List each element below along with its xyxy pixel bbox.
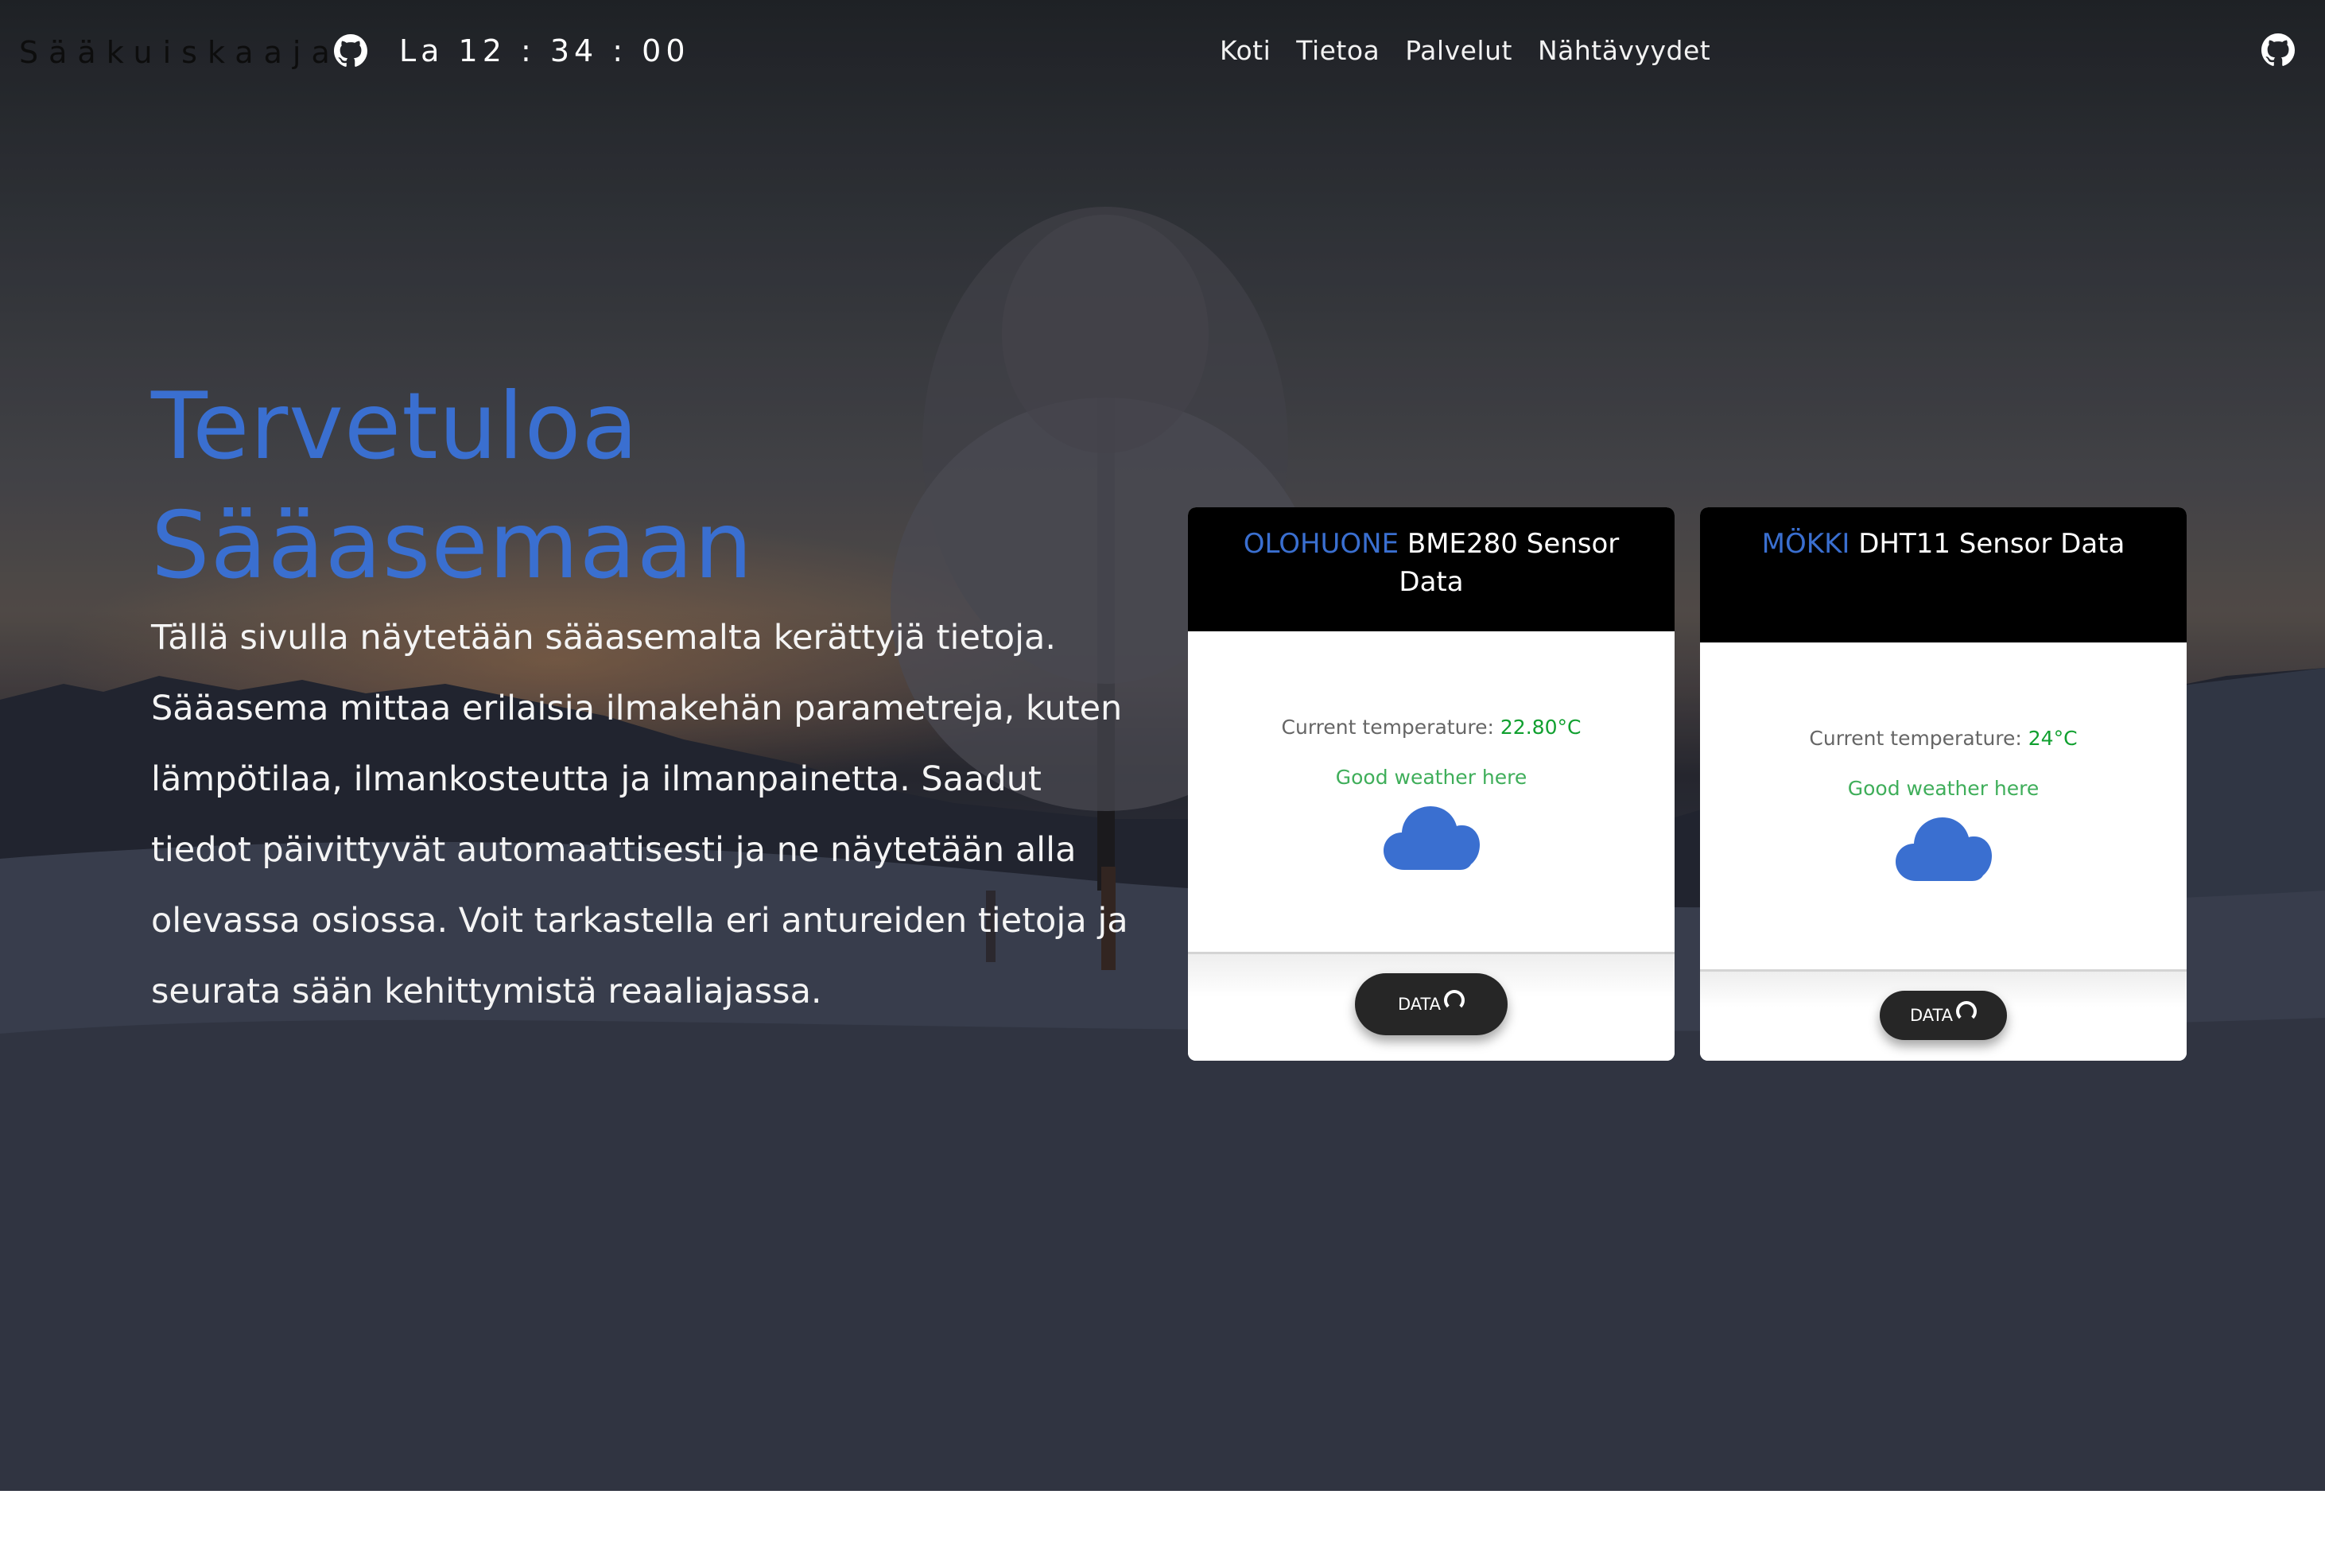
card-header: MÖKKI DHT11 Sensor Data <box>1700 507 2187 642</box>
data-button-label: DATA <box>1397 995 1442 1014</box>
top-navigation-bar: Sääkuiskaaja La 12 : 34 : 00 Koti Tietoa… <box>0 0 2325 107</box>
site-brand[interactable]: Sääkuiskaaja <box>19 35 340 70</box>
loading-spinner-icon <box>1956 1001 1978 1022</box>
nav-link-koti[interactable]: Koti <box>1220 35 1271 66</box>
card-footer: DATA <box>1188 952 1675 1061</box>
card-footer: DATA <box>1700 969 2187 1061</box>
welcome-title-line1: Tervetuloa <box>151 373 639 480</box>
loading-spinner-icon <box>1444 990 1465 1011</box>
weather-status: Good weather here <box>1335 766 1527 789</box>
github-icon[interactable] <box>2261 33 2295 67</box>
temperature-line: Current temperature: 24°C <box>1700 642 2187 750</box>
temperature-line: Current temperature: 22.80°C <box>1188 631 1675 739</box>
temperature-label: Current temperature: <box>1281 716 1500 739</box>
nav-link-tietoa[interactable]: Tietoa <box>1296 35 1380 66</box>
main-nav: Koti Tietoa Palvelut Nähtävyydet <box>1220 35 1710 66</box>
card-body: Current temperature: 22.80°C Good weathe… <box>1188 631 1675 949</box>
card-title: DHT11 Sensor Data <box>1850 528 2125 560</box>
sensor-card-mokki: MÖKKI DHT11 Sensor Data Current temperat… <box>1700 507 2187 1061</box>
nav-link-nahtavyydet[interactable]: Nähtävyydet <box>1538 35 1710 66</box>
welcome-description: Tällä sivulla näytetään sääasemalta kerä… <box>151 618 1128 1011</box>
card-location: OLOHUONE <box>1243 528 1399 560</box>
clock-display: La 12 : 34 : 00 <box>399 33 690 68</box>
card-title: BME280 Sensor Data <box>1399 528 1620 598</box>
cloud-icon <box>1896 817 1992 881</box>
nav-link-palvelut[interactable]: Palvelut <box>1405 35 1512 66</box>
github-icon[interactable] <box>334 34 367 68</box>
welcome-title: Tervetuloa Sääasemaan <box>151 367 1137 606</box>
card-header: OLOHUONE BME280 Sensor Data <box>1188 507 1675 631</box>
data-button[interactable]: DATA <box>1880 991 2007 1040</box>
welcome-title-line2: Sääasemaan <box>151 492 754 600</box>
temperature-value: 22.80°C <box>1500 716 1582 739</box>
temperature-value: 24°C <box>2028 727 2078 750</box>
card-location: MÖKKI <box>1761 528 1850 560</box>
data-button[interactable]: DATA <box>1355 973 1508 1035</box>
temperature-label: Current temperature: <box>1809 727 2028 750</box>
cloud-icon <box>1384 806 1480 870</box>
sensor-card-olohuone: OLOHUONE BME280 Sensor Data Current temp… <box>1188 507 1675 1061</box>
welcome-section: Tervetuloa Sääasemaan Tällä sivulla näyt… <box>151 367 1137 1027</box>
hero-section: Sääkuiskaaja La 12 : 34 : 00 Koti Tietoa… <box>0 0 2325 1491</box>
data-button-label: DATA <box>1909 1006 1954 1025</box>
weather-status: Good weather here <box>1847 777 2040 800</box>
card-body: Current temperature: 24°C Good weather h… <box>1700 642 2187 961</box>
